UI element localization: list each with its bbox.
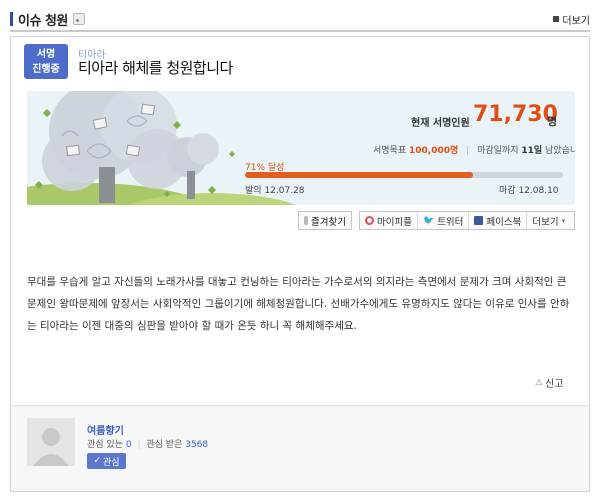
header-divider	[10, 30, 590, 32]
caret-down-icon: ▾	[561, 216, 566, 225]
status-badge: 서명 진행중	[24, 44, 68, 79]
facebook-button[interactable]: 페이스북	[469, 212, 528, 229]
count-unit: 명	[547, 115, 558, 128]
interest-count: 0	[125, 440, 132, 450]
twitter-button[interactable]: 🐦 트위터	[418, 212, 470, 229]
author-section: 여름향기 관심 있는 0 | 관심 받은 3568 ✓ 관심	[11, 405, 589, 491]
default-avatar-icon	[27, 418, 75, 466]
badge-line2: 진행중	[32, 64, 60, 75]
petition-title: 티아라 해체를 청원합니다	[78, 59, 233, 77]
petition-card: 서명 진행중 티아라 티아라 해체를 청원합니다 현재 서명인원 71,730 …	[10, 36, 590, 492]
end-date-value: 12.08.10	[518, 186, 559, 196]
interested-count: 3568	[185, 440, 209, 450]
start-label: 발의	[245, 186, 262, 196]
stats-separator: |	[137, 440, 141, 450]
petition-body: 무대를 우습게 알고 자신들의 노래가사를 대놓고 컨닝하는 티아라는 가수로서…	[27, 276, 570, 332]
days-left: 11일	[521, 146, 543, 156]
more-link[interactable]: 더보기	[553, 12, 590, 27]
deadline-label: 마감일까지	[477, 146, 519, 156]
report-label: 신고	[545, 379, 564, 390]
section-title: 이슈 청원	[18, 13, 68, 29]
author-stats: 관심 있는 0 | 관심 받은 3568	[87, 437, 208, 450]
progress-fill	[245, 172, 473, 178]
goal-separator: |	[466, 146, 470, 156]
more-label: 더보기	[562, 15, 590, 27]
progress-bar	[245, 172, 563, 178]
follow-label: 관심	[102, 457, 120, 468]
follow-button[interactable]: ✓ 관심	[87, 453, 126, 469]
goal-value: 100,000	[409, 146, 450, 156]
goal-line: 서명목표 100,000명 | 마감일까지 11일 남았습니다	[373, 143, 575, 156]
start-date-value: 12.07.28	[264, 186, 305, 196]
section-header: 이슈 청원 더보기	[10, 7, 590, 31]
goal-unit: 명	[450, 146, 459, 156]
author-name[interactable]: 여름향기	[87, 422, 124, 437]
interest-label: 관심 있는	[87, 440, 123, 450]
favorite-icon	[304, 216, 309, 225]
twitter-label: 트위터	[437, 216, 464, 228]
end-label: 마감	[499, 186, 516, 196]
header-accent-bar	[10, 12, 13, 26]
interested-label: 관심 받은	[146, 440, 183, 450]
share-more-button[interactable]: 더보기 ▾	[527, 212, 570, 229]
count-label: 현재 서명인원	[411, 118, 470, 129]
facebook-icon	[474, 216, 484, 225]
report-link[interactable]: ⚠ 신고	[535, 375, 564, 391]
start-date: 발의 12.07.28	[245, 183, 305, 196]
favorite-label: 즐겨찾기	[311, 216, 346, 228]
end-date: 마감 12.08.10	[499, 183, 559, 196]
badge-line1: 서명	[36, 49, 56, 60]
rss-icon[interactable]	[72, 13, 85, 25]
mypeople-button[interactable]: 마이피플	[360, 212, 418, 229]
avatar[interactable]	[27, 418, 75, 466]
check-icon: ✓	[93, 456, 101, 466]
facebook-label: 페이스북	[486, 216, 522, 228]
report-icon: ⚠	[535, 377, 544, 388]
days-suffix: 남았습니다	[545, 146, 575, 156]
petition-banner: 현재 서명인원 71,730 명 서명목표 100,000명 | 마감일까지 1…	[27, 91, 575, 205]
twitter-icon: 🐦	[422, 215, 435, 226]
signature-count: 71,730	[473, 102, 558, 127]
share-buttons: 마이피플 🐦 트위터 페이스북 더보기 ▾	[359, 211, 575, 230]
goal-label: 서명목표	[373, 146, 407, 156]
more-square-icon	[553, 16, 560, 22]
share-more-label: 더보기	[532, 216, 559, 228]
favorite-button[interactable]: 즐겨찾기	[298, 211, 352, 230]
mypeople-icon	[365, 216, 374, 225]
mypeople-label: 마이피플	[377, 216, 412, 228]
